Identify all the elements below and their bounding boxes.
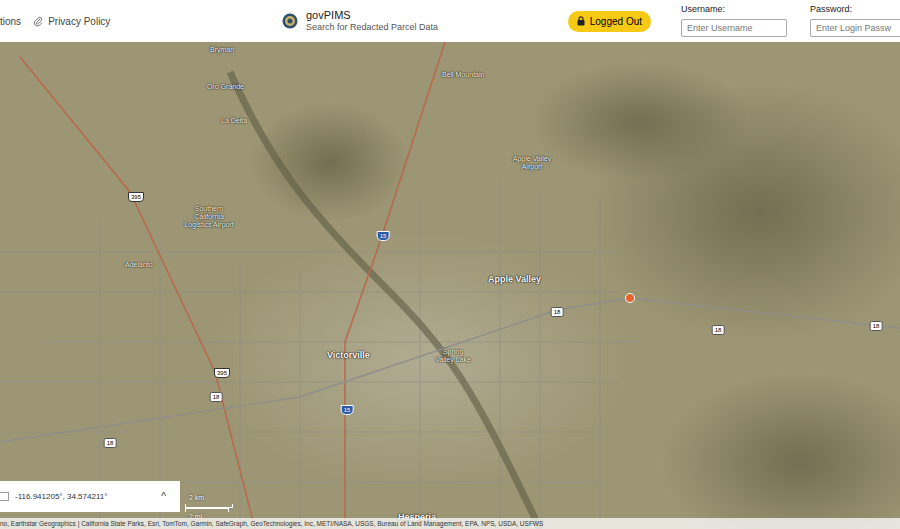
road-shield: 18 [104,438,117,448]
road-shield: 18 [210,392,223,402]
top-bar: tions Privacy Policy govPIMS Search for … [0,0,900,42]
paperclip-icon [33,16,43,27]
map-pins [0,42,900,529]
login-status-badge: Logged Out [568,11,651,32]
password-label: Password: [810,3,900,17]
road-shield: 15 [377,231,390,241]
place-label: Adelanto [125,261,153,269]
password-group: Password: [810,0,900,37]
place-label: Bryman [210,46,234,54]
username-label: Username: [681,3,787,17]
place-label: La Delta [221,117,247,125]
app-brand: govPIMS Search for Redacted Parcel Data [282,10,438,32]
place-label: Apple Valley Airport [510,155,554,171]
parcel-pin[interactable] [625,293,635,303]
app-title: govPIMS [306,10,438,21]
place-label: Apple Valley [488,274,541,284]
road-shield: 18 [870,321,883,331]
lock-icon [577,16,585,26]
place-label: Oro Grande [207,83,244,91]
place-label: Southern California Logistics Airport [184,205,234,229]
coordinate-readout: -116.941205°, 34.574211° ^ [0,481,180,512]
username-group: Username: [681,0,787,37]
privacy-link[interactable]: Privacy Policy [33,14,110,29]
place-label: Victorville [327,350,370,360]
app-subtitle: Search for Redacted Parcel Data [306,23,438,32]
username-input[interactable] [681,19,787,37]
road-shield: 395 [128,192,144,202]
expand-button[interactable]: ^ [161,489,166,504]
coordinates: -116.941205°, 34.574211° [15,491,161,503]
place-label: Spring Valley Lake [434,348,472,364]
seal-logo-icon [282,13,298,29]
attribution-bar: no, Earthstar Geographics | California S… [0,518,900,529]
nav-link[interactable]: tions [0,14,21,29]
road-shield: 18 [712,325,725,335]
map-labels: Bryman Oro Grande La Delta Southern Califor… [0,42,900,529]
readout-toggle-icon[interactable] [0,492,9,501]
place-label: Bell Mountain [442,71,484,79]
satellite-basemap [0,42,900,529]
road-shield: 15 [341,405,354,415]
road-shields: 395 395 15 15 18 18 18 18 18 [0,42,900,529]
road-shield: 395 [214,368,230,378]
map-view[interactable]: Bryman Oro Grande La Delta Southern Califor… [0,42,900,529]
road-shield: 18 [551,307,564,317]
password-input[interactable] [810,19,900,37]
